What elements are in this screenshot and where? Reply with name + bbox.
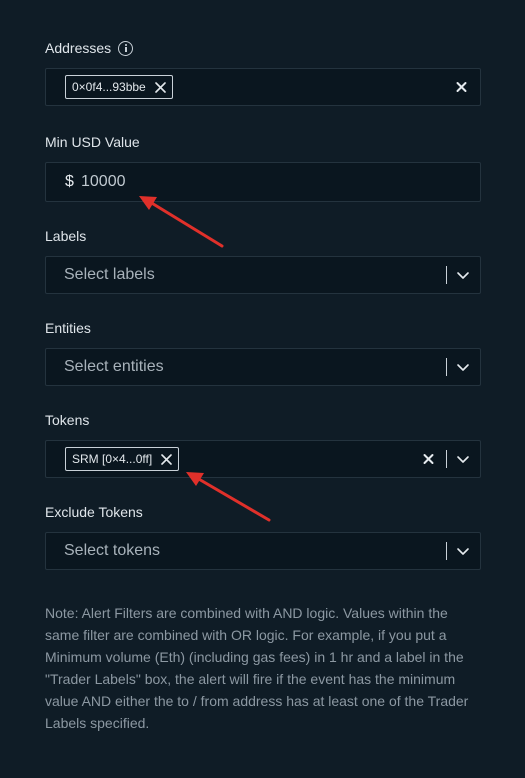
addresses-label-text: Addresses (45, 40, 112, 56)
info-icon[interactable] (118, 40, 134, 56)
address-chip-label: 0×0f4...93bbe (72, 80, 146, 94)
tokens-label-text: Tokens (45, 412, 90, 428)
token-chip: SRM [0×4...0ff] (65, 447, 180, 471)
clear-addresses-icon[interactable] (456, 82, 467, 93)
chevron-down-icon[interactable] (456, 544, 470, 558)
tokens-select[interactable]: SRM [0×4...0ff] (45, 440, 481, 478)
token-chip-label: SRM [0×4...0ff] (72, 452, 153, 466)
entities-separator (446, 358, 447, 376)
exclude-tokens-placeholder: Select tokens (64, 542, 161, 559)
labels-label-text: Labels (45, 228, 87, 244)
chevron-down-icon[interactable] (456, 268, 470, 282)
labels-placeholder: Select labels (64, 266, 155, 283)
min-usd-label-text: Min USD Value (45, 134, 140, 150)
entities-label-text: Entities (45, 320, 91, 336)
addresses-input[interactable]: 0×0f4...93bbe (45, 68, 481, 106)
entities-placeholder: Select entities (64, 358, 164, 375)
entities-label: Entities (45, 320, 91, 336)
exclude-tokens-separator (446, 542, 447, 560)
tokens-label: Tokens (45, 412, 89, 428)
labels-separator (446, 266, 447, 284)
chevron-down-icon[interactable] (456, 452, 470, 466)
min-usd-value[interactable]: 10000 (81, 173, 126, 191)
tokens-separator (446, 450, 447, 468)
exclude-tokens-label-text: Exclude Tokens (45, 504, 143, 520)
currency-prefix: $ (65, 173, 74, 190)
remove-address-chip-icon[interactable] (154, 81, 166, 93)
chevron-down-icon[interactable] (456, 360, 470, 374)
min-usd-input[interactable]: $ 10000 (45, 162, 481, 202)
min-usd-label: Min USD Value (45, 134, 140, 150)
remove-token-chip-icon[interactable] (161, 453, 172, 465)
address-chip: 0×0f4...93bbe (65, 75, 173, 99)
addresses-label: Addresses (45, 40, 134, 56)
clear-tokens-icon[interactable] (423, 454, 434, 465)
filter-logic-note: Note: Alert Filters are combined with AN… (45, 605, 469, 731)
exclude-tokens-label: Exclude Tokens (45, 504, 143, 520)
entities-select[interactable]: Select entities (45, 348, 481, 386)
usd-value-arrow (139, 196, 224, 248)
exclude-tokens-select[interactable]: Select tokens (45, 532, 481, 570)
alert-filters-panel: Addresses 0×0f4...93bbe Min USD Value $ … (0, 0, 525, 778)
labels-label: Labels (45, 228, 86, 244)
token-chip-arrow (186, 472, 271, 522)
labels-select[interactable]: Select labels (45, 256, 481, 294)
